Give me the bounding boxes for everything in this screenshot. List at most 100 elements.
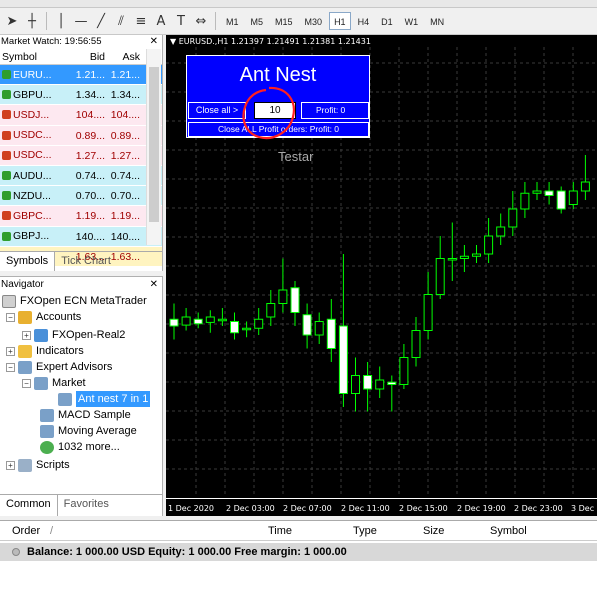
timeframe-m30[interactable]: M30 bbox=[300, 12, 328, 30]
tab-favorites[interactable]: Favorites bbox=[58, 495, 115, 516]
x-label: 2 Dec 07:00 bbox=[283, 504, 332, 513]
x-label: 2 Dec 19:00 bbox=[457, 504, 506, 513]
nav-macd[interactable]: MACD Sample bbox=[40, 407, 131, 423]
nav-indicators[interactable]: + Indicators bbox=[6, 343, 84, 359]
market-watch-row[interactable]: USDJ... 104.... 104.... bbox=[0, 105, 162, 126]
symbol-cell: USDJ... bbox=[0, 105, 71, 124]
crosshair-icon[interactable]: ┼ bbox=[22, 11, 42, 31]
symbol-cell: GBPJ... bbox=[0, 227, 71, 246]
column-type[interactable]: Type bbox=[353, 525, 377, 537]
nav-accounts[interactable]: − Accounts bbox=[6, 309, 81, 325]
horizontal-line-icon[interactable]: — bbox=[71, 11, 91, 31]
nav-account[interactable]: + FXOpen-Real2 bbox=[22, 327, 125, 343]
expert-icon bbox=[40, 424, 54, 438]
market-watch-title-text: Market Watch: 19:56:55 bbox=[1, 36, 102, 47]
cursor-icon[interactable]: ➤ bbox=[2, 11, 22, 31]
bid-cell: 1.34... bbox=[75, 89, 105, 102]
close-icon[interactable]: ✕ bbox=[150, 277, 158, 293]
scrollbar-thumb[interactable] bbox=[149, 67, 159, 222]
main-toolbar: ➤ ┼ │ — ╱ ⫽ ≡ A T ⇔ M1 M5 M15 M30 H1 H4 … bbox=[0, 8, 597, 35]
timeframe-m1[interactable]: M1 bbox=[221, 12, 244, 30]
market-watch-row[interactable]: GBPJ... 140.... 140.... bbox=[0, 226, 162, 247]
column-bid[interactable]: Bid bbox=[71, 49, 107, 64]
candle-body bbox=[399, 357, 409, 385]
tab-symbols[interactable]: Symbols bbox=[0, 252, 56, 271]
down-arrow-icon bbox=[2, 130, 11, 140]
down-arrow-icon bbox=[2, 211, 11, 221]
candle-body bbox=[326, 318, 336, 349]
close-all-button[interactable]: Close all > bbox=[188, 102, 246, 119]
bid-cell: 0.74... bbox=[75, 169, 105, 182]
expand-icon[interactable]: + bbox=[22, 330, 31, 340]
symbol-text: USDJ... bbox=[13, 108, 50, 121]
market-watch-row[interactable]: USDC... 0.89... 0.89... bbox=[0, 125, 162, 146]
channel-icon[interactable]: ⫽ bbox=[111, 11, 131, 31]
fibonacci-icon[interactable]: ≡ bbox=[131, 11, 151, 31]
collapse-icon[interactable]: − bbox=[22, 378, 31, 388]
candle-body bbox=[181, 316, 191, 326]
bid-cell: 104.... bbox=[75, 109, 105, 122]
expert-icon bbox=[58, 392, 72, 406]
up-arrow-icon bbox=[2, 90, 11, 100]
column-time[interactable]: Time bbox=[268, 525, 292, 537]
market-watch-row[interactable]: GBPU... 1.34... 1.34... bbox=[0, 85, 162, 106]
timeframe-mn[interactable]: MN bbox=[425, 12, 449, 30]
down-arrow-icon bbox=[2, 150, 11, 160]
timeframe-w1[interactable]: W1 bbox=[400, 12, 424, 30]
timeframe-h1[interactable]: H1 bbox=[329, 12, 351, 30]
timeframe-d1[interactable]: D1 bbox=[376, 12, 398, 30]
nav-account-label: FXOpen-Real2 bbox=[52, 329, 126, 341]
scrollbar[interactable] bbox=[146, 49, 161, 245]
market-watch-title: Market Watch: 19:56:55 ✕ bbox=[0, 35, 162, 49]
candle-body bbox=[411, 330, 421, 358]
candle-body bbox=[459, 255, 469, 259]
nav-ant-nest[interactable]: Ant nest 7 in 1 bbox=[58, 391, 151, 407]
expand-icon[interactable]: + bbox=[6, 346, 15, 356]
nav-root[interactable]: FXOpen ECN MetaTrader bbox=[2, 293, 147, 309]
x-label: 2 Dec 03:00 bbox=[226, 504, 275, 513]
candle-body bbox=[290, 287, 300, 313]
tab-tick-chart[interactable]: Tick Chart bbox=[55, 252, 117, 271]
chart-window[interactable]: ▼ EURUSD.,H1 1.21397 1.21491 1.21381 1.2… bbox=[166, 35, 597, 516]
market-watch-row[interactable]: EURU... 1.21... 1.21... bbox=[0, 65, 162, 86]
timeframe-m15[interactable]: M15 bbox=[270, 12, 298, 30]
tab-common[interactable]: Common bbox=[0, 495, 58, 516]
profit-label: Profit: 0 bbox=[301, 102, 369, 119]
nav-more[interactable]: 1032 more... bbox=[40, 439, 120, 455]
market-watch-row[interactable]: USDC... 1.27... 1.27... bbox=[0, 145, 162, 166]
close-icon[interactable]: ✕ bbox=[150, 35, 158, 49]
shapes-dropdown-icon[interactable]: ⇔ bbox=[191, 11, 211, 31]
nav-experts[interactable]: − Expert Advisors bbox=[6, 359, 112, 375]
market-watch-row[interactable]: NZDU... 0.70... 0.70... bbox=[0, 186, 162, 207]
column-ask[interactable]: Ask bbox=[107, 49, 143, 64]
text-icon[interactable]: A bbox=[151, 11, 171, 31]
market-watch-row[interactable]: AUDU... 0.74... 0.74... bbox=[0, 165, 162, 187]
label-icon[interactable]: T bbox=[171, 11, 191, 31]
candle-body bbox=[254, 318, 264, 329]
column-symbol[interactable]: Symbol bbox=[0, 49, 71, 64]
nav-scripts[interactable]: + Scripts bbox=[6, 457, 70, 473]
symbol-cell: NZDU... bbox=[0, 186, 71, 205]
timeframe-m5[interactable]: M5 bbox=[246, 12, 269, 30]
column-order[interactable]: Order bbox=[12, 525, 40, 537]
nav-accounts-label: Accounts bbox=[36, 311, 82, 323]
column-size[interactable]: Size bbox=[423, 525, 444, 537]
symbol-text: GBPJ... bbox=[13, 230, 50, 243]
nav-market[interactable]: − Market bbox=[22, 375, 86, 391]
candle-body bbox=[278, 289, 288, 304]
nav-moving-average[interactable]: Moving Average bbox=[40, 423, 137, 439]
candle-body bbox=[472, 253, 481, 257]
timeframe-h4[interactable]: H4 bbox=[353, 12, 375, 30]
nav-scripts-label: Scripts bbox=[36, 459, 70, 471]
candle-body bbox=[423, 294, 433, 331]
trendline-icon[interactable]: ╱ bbox=[91, 11, 111, 31]
market-watch-row[interactable]: GBPC... 1.19... 1.19... bbox=[0, 206, 162, 227]
market-watch-rows: EURU... 1.21... 1.21... GBPU... 1.34... 1.34.… bbox=[0, 65, 162, 267]
vertical-line-icon[interactable]: │ bbox=[51, 11, 71, 31]
collapse-icon[interactable]: − bbox=[6, 362, 15, 372]
column-symbol[interactable]: Symbol bbox=[490, 525, 527, 537]
candle-body bbox=[314, 321, 324, 336]
collapse-icon[interactable]: − bbox=[6, 312, 15, 322]
candle-body bbox=[205, 316, 215, 323]
expand-icon[interactable]: + bbox=[6, 460, 15, 470]
